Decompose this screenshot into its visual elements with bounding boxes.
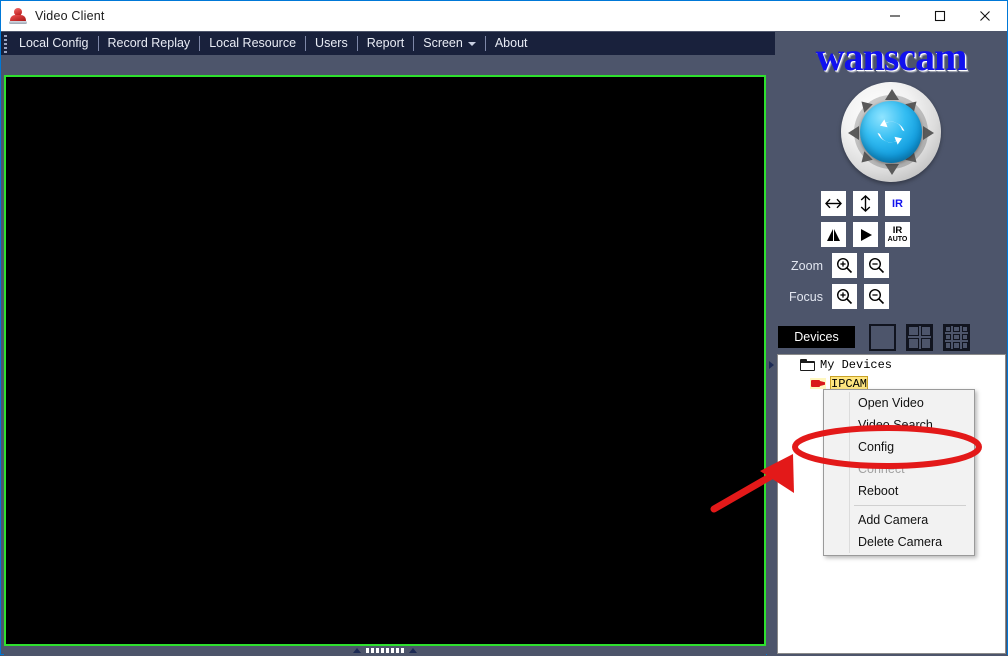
zoom-out-button[interactable]	[864, 253, 889, 278]
ptz-down-arrow-icon[interactable]	[885, 164, 899, 175]
ptz-right-arrow-icon[interactable]	[923, 126, 934, 140]
collapse-right-triangle-icon[interactable]	[768, 361, 774, 369]
application-window: Video Client Local Config Record Replay	[0, 0, 1008, 655]
control-row-zoom: Zoom	[775, 252, 1007, 279]
up-down-arrow-icon	[860, 195, 871, 212]
menu-item-label: Screen	[423, 36, 463, 50]
horizontal-patrol-button[interactable]	[821, 191, 846, 216]
context-menu-item-delete-camera[interactable]: Delete Camera	[824, 531, 974, 553]
menu-item-label: Local Config	[19, 36, 89, 50]
magnifier-plus-icon	[836, 257, 853, 274]
devices-toolbar: Devices	[775, 322, 1008, 352]
tree-node-my-devices[interactable]: My Devices	[778, 355, 1005, 374]
menu-item-label: Users	[315, 36, 348, 50]
context-menu-separator	[854, 505, 966, 506]
focus-in-button[interactable]	[832, 284, 857, 309]
ptz-left-arrow-icon[interactable]	[848, 126, 859, 140]
ptz-center-button[interactable]	[860, 101, 922, 163]
window-title: Video Client	[35, 9, 105, 23]
ir-auto-button[interactable]: IR AUTO	[885, 222, 910, 247]
title-bar-left: Video Client	[1, 7, 872, 25]
focus-label: Focus	[788, 289, 823, 304]
menu-drag-grip[interactable]	[1, 32, 10, 55]
minimize-button[interactable]	[872, 1, 917, 31]
menu-item-screen[interactable]: Screen	[414, 32, 485, 55]
chevron-down-icon	[467, 41, 476, 46]
control-row-focus: Focus	[775, 283, 1007, 310]
context-menu-item-config[interactable]: Config	[824, 436, 974, 458]
vertical-patrol-button[interactable]	[853, 191, 878, 216]
horizontal-splitter[interactable]	[4, 646, 766, 655]
tree-node-label: My Devices	[820, 357, 893, 372]
menu-item-label: Report	[366, 36, 405, 50]
play-triangle-icon	[860, 228, 872, 241]
brand-logo: wanscam	[815, 34, 968, 79]
maximize-button[interactable]	[917, 1, 962, 31]
vertical-flip-button[interactable]	[853, 222, 878, 247]
ir-label: IR	[892, 197, 903, 210]
menu-item-about[interactable]: About	[486, 32, 537, 55]
magnifier-minus-icon	[868, 288, 885, 305]
menu-item-users[interactable]: Users	[306, 32, 357, 55]
layout-3x3-button[interactable]	[943, 323, 970, 351]
device-context-menu: Open Video Video Search Config Connect R…	[823, 389, 975, 556]
video-display-pane[interactable]	[4, 75, 766, 646]
menu-item-record-replay[interactable]: Record Replay	[99, 32, 200, 55]
vertical-splitter[interactable]	[767, 75, 775, 655]
camera-icon	[810, 378, 826, 389]
ir-auto-main-label: IR	[892, 225, 903, 237]
zoom-label: Zoom	[791, 258, 823, 273]
menu-item-local-config[interactable]: Local Config	[10, 32, 98, 55]
magnifier-plus-icon	[836, 288, 853, 305]
magnifier-minus-icon	[868, 257, 885, 274]
refresh-rotate-icon	[877, 119, 905, 145]
context-menu-item-add-camera[interactable]: Add Camera	[824, 509, 974, 531]
ir-auto-sub-label: AUTO	[887, 235, 908, 243]
grip-dots-icon	[366, 648, 404, 653]
right-control-panel: wanscam IR IR AUTO Zoom Focus Devices My…	[775, 32, 1007, 655]
menu-item-label: About	[494, 36, 528, 50]
ptz-container	[775, 82, 1007, 182]
collapse-up-triangle-icon[interactable]	[353, 648, 361, 653]
menu-item-label: Local Resource	[209, 36, 297, 50]
context-menu-item-reboot[interactable]: Reboot	[824, 480, 974, 502]
folder-icon	[800, 358, 815, 371]
collapse-down-triangle-icon[interactable]	[409, 648, 417, 653]
ir-button[interactable]: IR	[885, 191, 910, 216]
layout-buttons	[869, 323, 970, 351]
context-menu-item-open-video[interactable]: Open Video	[824, 392, 974, 414]
control-row-patrol: IR	[821, 190, 1007, 217]
ir-auto-label: IR AUTO	[888, 226, 908, 243]
context-menu-item-connect: Connect	[858, 462, 905, 476]
title-bar: Video Client	[1, 1, 1007, 31]
menu-item-local-resource[interactable]: Local Resource	[200, 32, 305, 55]
mirror-flip-icon	[827, 228, 840, 241]
left-right-arrow-icon	[825, 198, 842, 209]
context-menu-item-video-search[interactable]: Video Search	[824, 414, 974, 436]
horizontal-mirror-button[interactable]	[821, 222, 846, 247]
zoom-in-button[interactable]	[832, 253, 857, 278]
layout-2x2-button[interactable]	[906, 323, 933, 351]
camera-controls-grid: IR IR AUTO Zoom Focus	[775, 190, 1007, 310]
focus-out-button[interactable]	[864, 284, 889, 309]
close-button[interactable]	[962, 1, 1007, 31]
ptz-up-arrow-icon[interactable]	[885, 89, 899, 100]
window-controls	[872, 1, 1007, 31]
app-icon	[9, 7, 27, 25]
ptz-dpad[interactable]	[841, 82, 941, 182]
tab-devices[interactable]: Devices	[778, 326, 855, 348]
menu-item-report[interactable]: Report	[358, 32, 414, 55]
control-row-flip: IR AUTO	[821, 221, 1007, 248]
layout-1x1-button[interactable]	[869, 323, 896, 351]
video-canvas[interactable]	[6, 77, 764, 644]
menu-item-label: Record Replay	[107, 36, 191, 50]
